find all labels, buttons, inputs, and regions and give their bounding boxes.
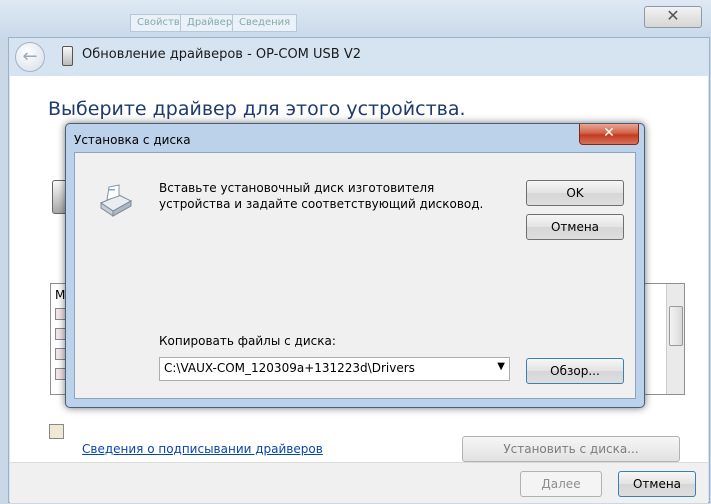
close-icon: ✕ <box>666 6 680 25</box>
next-button[interactable]: Далее <box>520 471 602 497</box>
back-button[interactable]: ← <box>15 42 45 72</box>
dialog-title: Установка с диска <box>74 133 191 147</box>
path-value: C:\VAUX-COM_120309a+131223d\Drivers <box>164 361 415 375</box>
chevron-down-icon[interactable]: ▼ <box>497 361 505 372</box>
wizard-footer: Далее Отмена <box>10 462 708 503</box>
background-tab-driver: Драйвер <box>180 14 240 32</box>
install-from-disk-dialog: Установка с диска ✕ Вставьте установочны… <box>65 123 645 408</box>
printer-icon <box>99 184 133 217</box>
dialog-cancel-button[interactable]: Отмена <box>526 214 624 240</box>
dialog-message: Вставьте установочный диск изготовителя … <box>159 181 484 211</box>
dialog-close-button[interactable]: ✕ <box>579 124 639 145</box>
copy-files-label: Копировать файлы с диска: <box>159 334 336 348</box>
path-combobox[interactable]: C:\VAUX-COM_120309a+131223d\Drivers ▼ <box>159 357 510 381</box>
wizard-heading: Выберите драйвер для этого устройства. <box>48 98 466 120</box>
wizard-cancel-button[interactable]: Отмена <box>618 471 696 497</box>
background-window-strip: Свойства Драйвер Сведения ✕ <box>0 0 711 40</box>
wizard-titlebar: ← Обновление драйверов - OP-COM USB V2 <box>9 38 709 76</box>
background-close-button[interactable]: ✕ <box>644 6 702 28</box>
wizard-title: Обновление драйверов - OP-COM USB V2 <box>82 47 362 62</box>
browse-button[interactable]: Обзор... <box>526 358 624 384</box>
close-icon: ✕ <box>603 125 615 141</box>
have-disk-button[interactable]: Установить с диска... <box>462 436 680 462</box>
back-arrow-icon: ← <box>22 46 38 67</box>
ok-button[interactable]: OK <box>526 180 624 206</box>
driver-signing-link[interactable]: Сведения о подписывании драйверов <box>82 442 323 456</box>
background-tab-details: Сведения <box>232 14 298 32</box>
dialog-client-area: Вставьте установочный диск изготовителя … <box>74 152 636 399</box>
signed-driver-icon <box>49 424 64 439</box>
usb-device-icon <box>62 46 73 66</box>
list-header: М <box>55 288 66 302</box>
scrollbar-thumb[interactable] <box>669 306 683 346</box>
list-scrollbar[interactable] <box>666 284 684 394</box>
